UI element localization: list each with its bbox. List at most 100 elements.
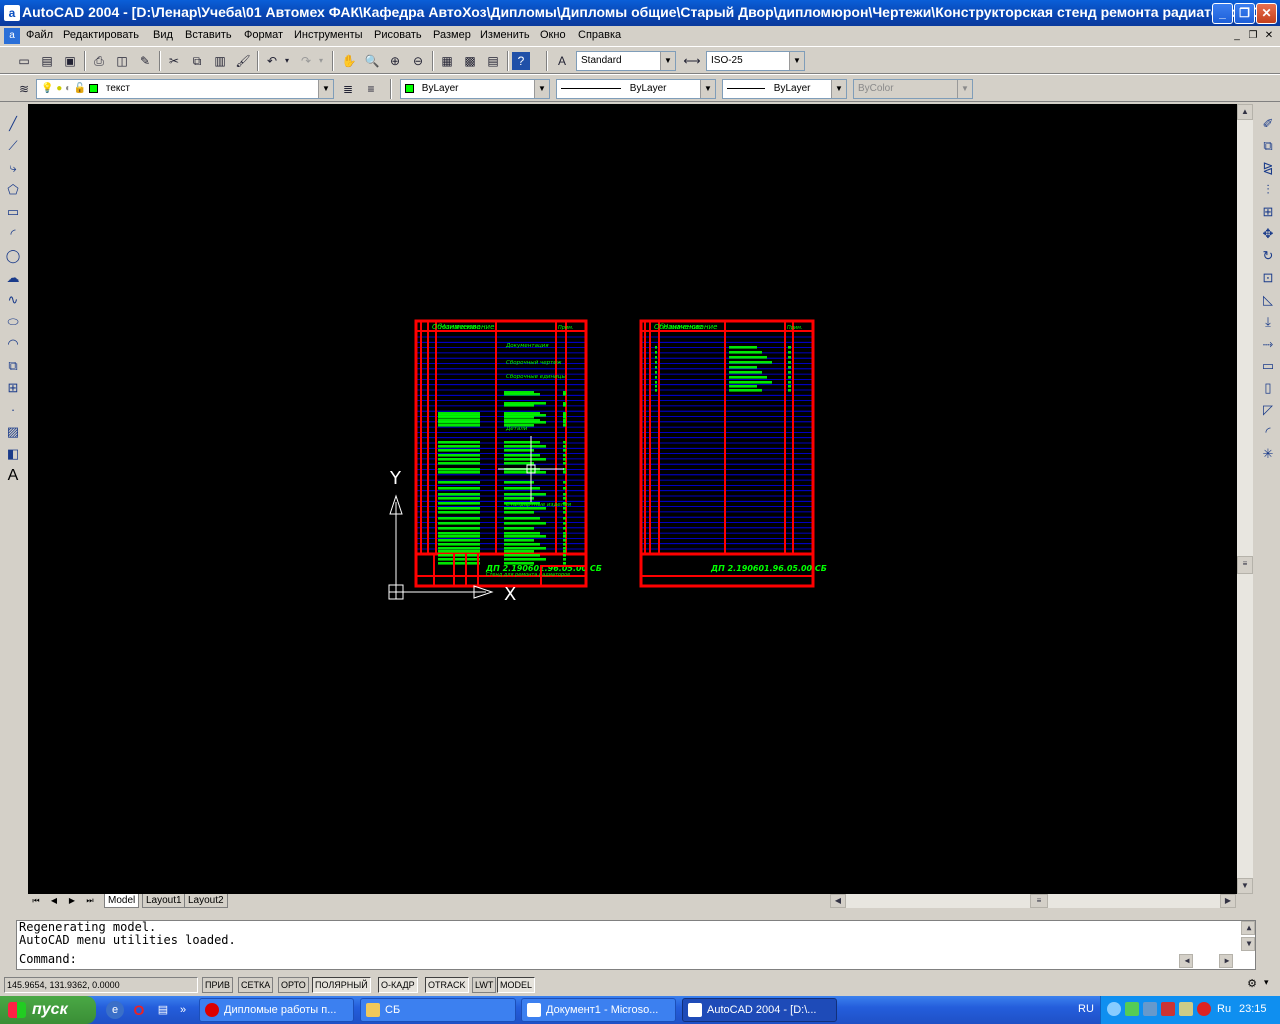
grid-toggle[interactable]: СЕТКА [238,977,274,993]
multiline-text-icon[interactable]: A [3,466,23,486]
model-toggle[interactable]: MODEL [497,977,536,993]
properties-icon[interactable]: ▦ [437,51,457,71]
redo-icon[interactable]: ↷ [296,51,316,71]
point-icon[interactable]: · [3,400,23,420]
drawing-area[interactable]: Обозначение Наименование Прим. ДП 2.190601.… [28,104,1237,894]
menu-format[interactable]: Формат [244,29,283,41]
communication-center-icon[interactable]: ⚙ [1244,977,1260,993]
mirror-icon[interactable]: ⧎ [1258,158,1278,178]
ellipse-arc-icon[interactable]: ◠ [3,334,23,354]
doc-restore-button[interactable]: ❐ [1246,29,1260,43]
scroll-up-icon[interactable]: ▲ [1237,104,1253,120]
break-at-point-icon[interactable]: ▯ [1258,378,1278,398]
document-icon[interactable]: a [4,28,20,44]
region-icon[interactable]: ◧ [3,444,23,464]
menu-modify[interactable]: Изменить [480,29,530,41]
status-tray-chevron-icon[interactable]: ▾ [1264,977,1274,993]
ie-quicklaunch-icon[interactable]: e [106,1001,124,1019]
document-quicklaunch-icon[interactable]: ▤ [154,1001,172,1019]
menu-dimension[interactable]: Размер [433,29,471,41]
offset-icon[interactable]: ⫶ [1258,180,1278,200]
display-icon[interactable] [1143,1002,1157,1016]
circle-icon[interactable]: ◯ [3,246,23,266]
polar-toggle[interactable]: ПОЛЯРНЫЙ [312,977,371,993]
spline-icon[interactable]: ∿ [3,290,23,310]
cmd-scroll-down-icon[interactable]: ▼ [1241,937,1255,951]
menu-view[interactable]: Вид [153,29,173,41]
array-icon[interactable]: ⊞ [1258,202,1278,222]
design-center-icon[interactable]: ▩ [460,51,480,71]
help-icon[interactable]: ? [512,52,530,70]
tab-layout2[interactable]: Layout2 [184,894,228,908]
plot-preview-icon[interactable]: ◫ [112,51,132,71]
fillet-icon[interactable]: ◜ [1258,422,1278,442]
ortho-toggle[interactable]: ОРТО [278,977,309,993]
command-window[interactable]: Regenerating model. AutoCAD menu utiliti… [16,920,1256,970]
menu-file[interactable]: Файл [26,29,53,41]
tray-arrow-icon[interactable] [1107,1002,1121,1016]
move-icon[interactable]: ✥ [1258,224,1278,244]
lineweight-select[interactable]: ByLayer ▼ [722,79,847,99]
osnap-toggle[interactable]: О-КАДР [378,977,418,993]
task-word[interactable]: Документ1 - Microso... [521,998,676,1022]
hatch-icon[interactable]: ▨ [3,422,23,442]
maximize-button[interactable]: ❐ [1234,3,1255,24]
start-button[interactable]: пуск [0,996,96,1024]
revision-cloud-icon[interactable]: ☁ [3,268,23,288]
menu-window[interactable]: Окно [540,29,566,41]
menu-edit[interactable]: Редактировать [63,29,139,41]
otrack-toggle[interactable]: OTRACK [425,977,469,993]
minimize-button[interactable]: _ [1212,3,1233,24]
publish-icon[interactable]: ✎ [135,51,155,71]
autocad-app-icon[interactable]: a [4,5,20,21]
layer-select[interactable]: 💡 ● ◐ 🔓 текст ▼ [36,79,334,99]
language-indicator[interactable]: RU [1078,1003,1094,1015]
command-prompt[interactable]: Command: [17,953,1255,966]
keyboard-layout-indicator[interactable]: Ru [1217,1003,1231,1015]
scroll-down-icon[interactable]: ▼ [1237,878,1253,894]
doc-minimize-button[interactable]: _ [1230,29,1244,43]
dim-style-icon[interactable]: ⟷ [682,51,702,71]
quicklaunch-more-icon[interactable]: » [178,1001,188,1019]
extend-icon[interactable]: ⤑ [1258,334,1278,354]
last-tab-icon[interactable]: ⏭ [82,894,98,908]
antivirus-icon[interactable] [1161,1002,1175,1016]
text-style-icon[interactable]: A [552,51,572,71]
text-style-select[interactable]: Standard ▼ [576,51,676,71]
save-icon[interactable]: ▣ [60,51,80,71]
horizontal-scrollbar[interactable]: ◀ ≡ ▶ [830,894,1236,908]
first-tab-icon[interactable]: ⏮ [28,894,44,908]
zoom-realtime-icon[interactable]: 🔍 [362,51,382,71]
tab-layout1[interactable]: Layout1 [142,894,186,908]
arc-icon[interactable]: ◜ [3,224,23,244]
rotate-icon[interactable]: ↻ [1258,246,1278,266]
new-icon[interactable]: ▭ [14,51,34,71]
insert-block-icon[interactable]: ⧉ [3,356,23,376]
scale-icon[interactable]: ⊡ [1258,268,1278,288]
task-opera[interactable]: Дипломые работы п... [199,998,354,1022]
break-icon[interactable]: ▭ [1258,356,1278,376]
doc-close-button[interactable]: ✕ [1262,29,1276,43]
pan-icon[interactable]: ✋ [339,51,359,71]
tray-app-icon[interactable] [1179,1002,1193,1016]
open-icon[interactable]: ▤ [37,51,57,71]
menu-insert[interactable]: Вставить [185,29,232,41]
color-select[interactable]: ByLayer ▼ [400,79,550,99]
stretch-icon[interactable]: ◺ [1258,290,1278,310]
vertical-scroll-thumb[interactable]: ≡ [1237,556,1253,574]
line-icon[interactable]: ╱ [3,114,23,134]
ellipse-icon[interactable]: ⬭ [3,312,23,332]
menu-tools[interactable]: Инструменты [294,29,363,41]
vertical-scrollbar[interactable]: ▲ ≡ ▼ [1237,104,1253,894]
menu-help[interactable]: Справка [578,29,621,41]
menu-draw[interactable]: Рисовать [374,29,422,41]
plot-icon[interactable]: ⎙ [89,51,109,71]
scroll-left-icon[interactable]: ◀ [830,894,846,908]
scroll-right-icon[interactable]: ▶ [1220,894,1236,908]
paste-icon[interactable]: ▥ [210,51,230,71]
undo-dropdown-icon[interactable]: ▾ [282,51,292,71]
layer-previous-icon[interactable]: ≡ [361,79,381,99]
zoom-previous-icon[interactable]: ⊖ [408,51,428,71]
cmd-scroll-left-icon[interactable]: ◀ [1179,954,1193,968]
cmd-scroll-right-icon[interactable]: ▶ [1219,954,1233,968]
